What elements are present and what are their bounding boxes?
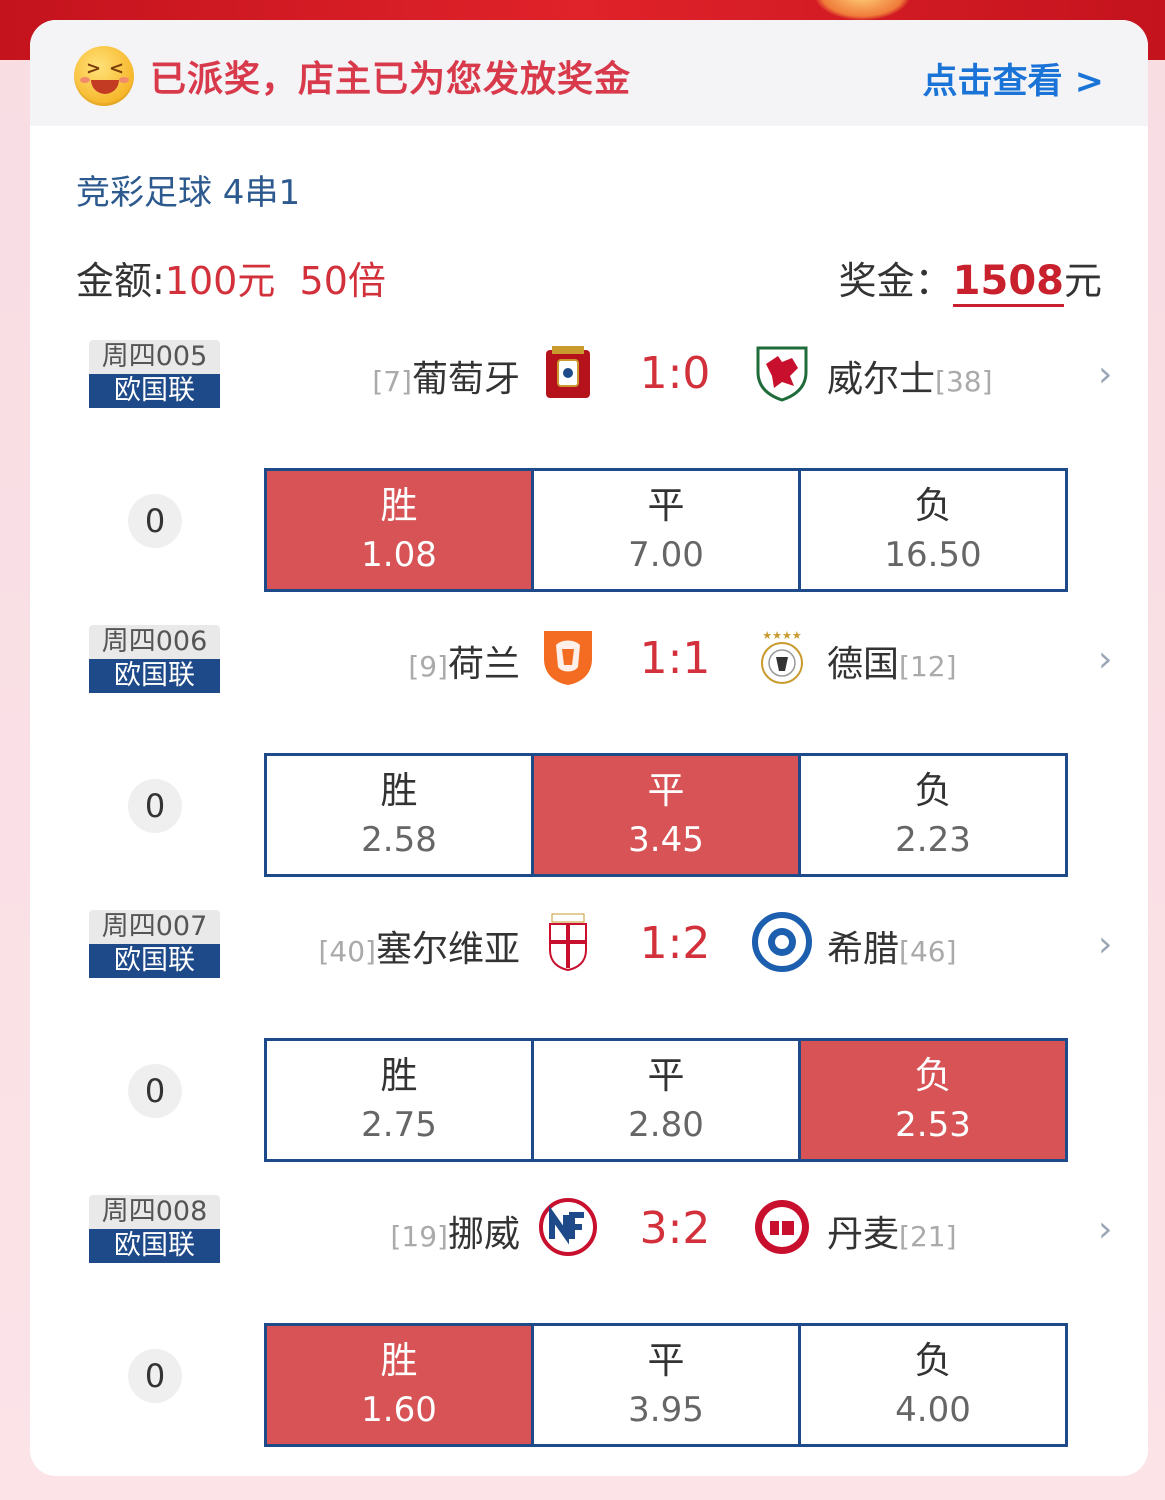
prize-value: 1508 xyxy=(952,258,1064,307)
match-week-number: 周四005 xyxy=(89,340,220,374)
match-tag: 周四005 欧国联 xyxy=(89,340,220,408)
match-count-badge: 0 xyxy=(128,1064,182,1118)
home-rank: [40] xyxy=(318,935,376,968)
odds-option-draw[interactable]: 平 3.45 xyxy=(534,756,801,874)
away-team-name: 德国 xyxy=(827,644,900,685)
match-tag: 周四006 欧国联 xyxy=(89,625,220,693)
match-count-badge: 0 xyxy=(128,1349,182,1403)
amount-value: 100元 xyxy=(164,259,276,303)
odds-option-lose[interactable]: 负 4.00 xyxy=(801,1326,1065,1444)
match-tag: 周四008 欧国联 xyxy=(89,1195,220,1263)
odds-option-win[interactable]: 胜 1.60 xyxy=(267,1326,534,1444)
ticket-card: > < 已派奖，店主已为您发放奖金 点击查看 > 竞彩足球 4串1 金额:100元… xyxy=(30,20,1148,1476)
home-rank: [19] xyxy=(390,1220,448,1253)
view-details-link[interactable]: 点击查看 > xyxy=(922,53,1104,104)
home-team: [7]葡萄牙 xyxy=(372,350,520,402)
norway-crest-icon xyxy=(539,1198,597,1256)
home-team-name: 挪威 xyxy=(447,1214,520,1255)
match-week-number: 周四006 xyxy=(89,625,220,659)
odds-option-draw[interactable]: 平 2.80 xyxy=(534,1041,801,1159)
odds-option-win[interactable]: 胜 1.08 xyxy=(267,471,534,589)
prize-unit: 元 xyxy=(1063,259,1102,303)
greece-crest-icon xyxy=(752,912,812,972)
away-team: 丹麦[21] xyxy=(827,1205,957,1257)
away-rank: [38] xyxy=(935,365,993,398)
match-score: 1:1 xyxy=(639,633,711,684)
odds-option-lose[interactable]: 负 16.50 xyxy=(801,471,1065,589)
match-tag: 周四007 欧国联 xyxy=(89,910,220,978)
amount-label: 金额: xyxy=(76,259,165,303)
match-league: 欧国联 xyxy=(89,374,220,408)
odds-grid: 胜 1.60 平 3.95 负 4.00 xyxy=(264,1323,1068,1447)
away-team-name: 希腊 xyxy=(827,929,900,970)
prize-row: 奖金：1508元 xyxy=(838,250,1102,307)
odds-grid: 胜 1.08 平 7.00 负 16.50 xyxy=(264,468,1068,592)
home-team: [9]荷兰 xyxy=(408,635,520,687)
chevron-right-icon[interactable]: › xyxy=(1098,354,1112,395)
home-team-name: 葡萄牙 xyxy=(411,359,520,400)
chevron-right-icon[interactable]: › xyxy=(1098,639,1112,680)
away-rank: [21] xyxy=(899,1220,957,1253)
home-rank: [7] xyxy=(372,365,412,398)
portugal-crest-icon xyxy=(546,346,590,398)
multiplier-value: 50倍 xyxy=(299,259,386,303)
wales-crest-icon xyxy=(756,346,808,402)
odds-option-draw[interactable]: 平 7.00 xyxy=(534,471,801,589)
svg-text:★★★★: ★★★★ xyxy=(762,629,802,642)
away-team-name: 丹麦 xyxy=(827,1214,900,1255)
odds-grid: 胜 2.75 平 2.80 负 2.53 xyxy=(264,1038,1068,1162)
netherlands-crest-icon xyxy=(544,631,592,685)
match-count-badge: 0 xyxy=(128,494,182,548)
payout-message: 已派奖，店主已为您发放奖金 xyxy=(150,59,632,100)
home-team-name: 塞尔维亚 xyxy=(375,929,520,970)
chevron-right-icon[interactable]: › xyxy=(1098,924,1112,965)
match-count-badge: 0 xyxy=(128,779,182,833)
home-team-name: 荷兰 xyxy=(447,644,520,685)
denmark-crest-icon xyxy=(755,1200,809,1254)
germany-crest-icon: ★★★★ xyxy=(761,629,803,684)
match-row[interactable]: 周四005 欧国联 [7]葡萄牙 1:0 威尔士[38] › 0 胜 1.08 平… xyxy=(30,340,1148,625)
odds-option-win[interactable]: 胜 2.75 xyxy=(267,1041,534,1159)
away-team: 德国[12] xyxy=(827,635,957,687)
match-week-number: 周四007 xyxy=(89,910,220,944)
match-league: 欧国联 xyxy=(89,944,220,978)
match-score: 1:0 xyxy=(639,348,711,399)
odds-grid: 胜 2.58 平 3.45 负 2.23 xyxy=(264,753,1068,877)
home-team: [19]挪威 xyxy=(391,1205,521,1257)
chevron-right-icon[interactable]: › xyxy=(1098,1209,1112,1250)
match-score: 1:2 xyxy=(639,918,711,969)
away-rank: [12] xyxy=(899,650,957,683)
home-rank: [9] xyxy=(408,650,448,683)
odds-option-draw[interactable]: 平 3.95 xyxy=(534,1326,801,1444)
odds-option-lose[interactable]: 负 2.53 xyxy=(801,1041,1065,1159)
away-team-name: 威尔士 xyxy=(827,359,936,400)
away-team: 威尔士[38] xyxy=(827,350,993,402)
match-league: 欧国联 xyxy=(89,659,220,693)
bet-type: 竞彩足球 4串1 xyxy=(76,173,301,213)
away-rank: [46] xyxy=(899,935,957,968)
home-team: [40]塞尔维亚 xyxy=(319,920,521,972)
payout-banner[interactable]: > < 已派奖，店主已为您发放奖金 点击查看 > xyxy=(30,20,1148,126)
odds-option-win[interactable]: 胜 2.58 xyxy=(267,756,534,874)
match-row[interactable]: 周四006 欧国联 [9]荷兰 1:1 ★★★★ 德国[12] › 0 胜 2.5… xyxy=(30,625,1148,910)
away-team: 希腊[46] xyxy=(827,920,957,972)
serbia-crest-icon xyxy=(549,913,587,972)
odds-option-lose[interactable]: 负 2.23 xyxy=(801,756,1065,874)
match-score: 3:2 xyxy=(639,1203,711,1254)
prize-label: 奖金： xyxy=(838,259,953,303)
grinning-emoji-icon: > < xyxy=(74,46,134,106)
match-week-number: 周四008 xyxy=(89,1195,220,1229)
match-row[interactable]: 周四008 欧国联 [19]挪威 3:2 丹麦[21] › 0 胜 1.60 平3… xyxy=(30,1195,1148,1476)
match-league: 欧国联 xyxy=(89,1229,220,1263)
match-row[interactable]: 周四007 欧国联 [40]塞尔维亚 1:2 希腊[46] › 0 胜 2.75 … xyxy=(30,910,1148,1195)
amount-row: 金额:100元 50倍 xyxy=(76,250,386,305)
